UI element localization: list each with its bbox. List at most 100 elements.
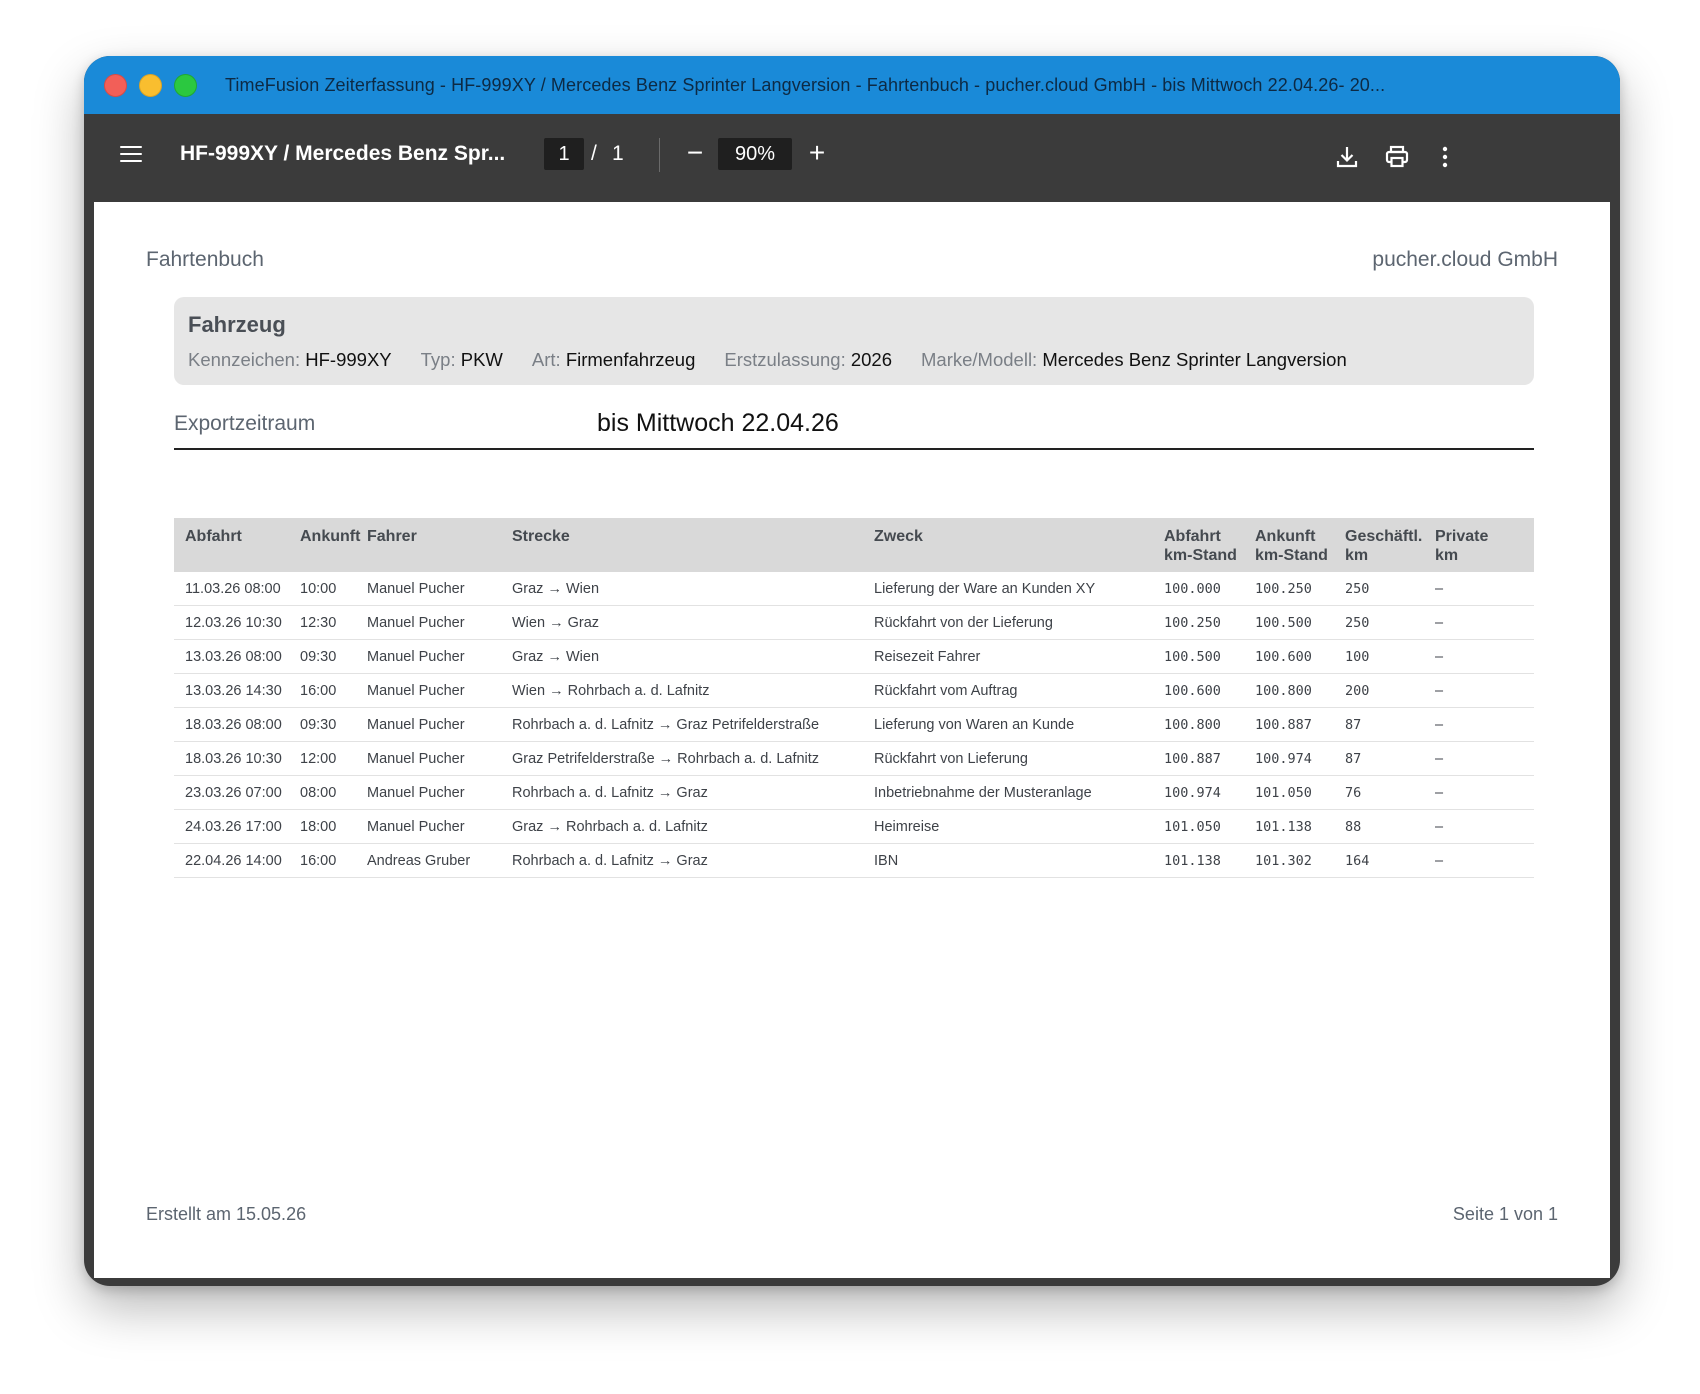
field-label: Erstzulassung: [724, 349, 846, 370]
table-cell: Manuel Pucher [367, 572, 512, 606]
table-row: 24.03.26 17:00 18:00 Manuel Pucher Graz → R… [174, 809, 1534, 844]
table-cell: 100.250 [1255, 572, 1345, 606]
table-cell: 100.250 [1164, 605, 1255, 640]
vehicle-fields: Kennzeichen: HF-999XY Typ: PKW Art: Firm… [188, 349, 1376, 371]
table-cell: 18:00 [300, 809, 367, 844]
menu-icon[interactable] [120, 146, 142, 164]
table-cell: Manuel Pucher [367, 639, 512, 674]
table-cell: 18.03.26 08:00 [174, 707, 300, 742]
table-cell: Manuel Pucher [367, 707, 512, 742]
table-cell: 22.04.26 14:00 [174, 843, 300, 878]
total-pages: 1 [612, 142, 624, 165]
table-row: 11.03.26 08:00 10:00 Manuel Pucher Graz → W… [174, 572, 1534, 606]
table-cell: 250 [1345, 572, 1435, 606]
document-heading: Fahrtenbuch [146, 248, 264, 271]
window-controls [104, 73, 197, 97]
table-cell: Rückfahrt vom Auftrag [874, 673, 1164, 708]
zoom-out-button[interactable]: − [680, 138, 710, 170]
table-cell: 164 [1345, 843, 1435, 878]
table-cell: 100 [1345, 639, 1435, 674]
zoom-in-button[interactable]: + [802, 136, 832, 168]
table-cell: 11.03.26 08:00 [174, 572, 300, 606]
table-cell: – [1435, 809, 1534, 844]
field-label: Kennzeichen: [188, 349, 301, 370]
page-number-input[interactable] [544, 138, 584, 170]
download-icon[interactable] [1334, 144, 1360, 170]
table-cell: – [1435, 605, 1534, 640]
table-cell: 08:00 [300, 775, 367, 810]
maximize-window-button[interactable] [174, 73, 197, 97]
table-cell: – [1435, 572, 1534, 606]
table-cell: 100.887 [1255, 707, 1345, 742]
table-cell: Manuel Pucher [367, 775, 512, 810]
vehicle-title: Fahrzeug [188, 312, 286, 337]
column-header-line: km [1435, 547, 1459, 564]
table-cell: 18.03.26 10:30 [174, 741, 300, 776]
table-cell: 100.974 [1255, 741, 1345, 776]
table-row: 13.03.26 14:30 16:00 Manuel Pucher Wien → R… [174, 673, 1534, 708]
column-header-line: Geschäftl. [1345, 528, 1423, 545]
table-cell: 100.600 [1255, 639, 1345, 674]
table-cell: Rohrbach a. d. Lafnitz → Graz [512, 775, 874, 810]
column-header: Fahrer [367, 518, 512, 572]
table-cell: Graz → Wien [512, 639, 874, 674]
table-cell: Lieferung der Ware an Kunden XY [874, 572, 1164, 606]
table-row: 18.03.26 10:30 12:00 Manuel Pucher Graz Pet… [174, 741, 1534, 776]
viewer-window: TimeFusion Zeiterfassung - HF-999XY / Me… [84, 56, 1620, 1286]
table-cell: Rohrbach a. d. Lafnitz → Graz [512, 843, 874, 878]
table-cell: Manuel Pucher [367, 605, 512, 640]
table-cell: 24.03.26 17:00 [174, 809, 300, 844]
field-value: 2026 [850, 349, 893, 370]
table-cell: 23.03.26 07:00 [174, 775, 300, 810]
table-row: 12.03.26 10:30 12:30 Manuel Pucher Wien → G… [174, 605, 1534, 640]
field-label: Art: [531, 349, 561, 370]
column-header: Strecke [512, 518, 874, 572]
table-cell: 100.500 [1164, 639, 1255, 674]
column-header: Ankunft km-Stand [1255, 518, 1345, 572]
column-header: Abfahrt km-Stand [1164, 518, 1255, 572]
page-count: Seite 1 von 1 [1452, 1204, 1558, 1224]
title-bar: TimeFusion Zeiterfassung - HF-999XY / Me… [84, 56, 1620, 114]
table-cell: 100.000 [1164, 572, 1255, 606]
more-vertical-icon[interactable] [1432, 144, 1458, 170]
vehicle-field-marke-modell: Marke/Modell: Mercedes Benz Sprinter Lan… [921, 349, 1347, 371]
table-cell: 250 [1345, 605, 1435, 640]
table-cell: 101.050 [1164, 809, 1255, 844]
vehicle-field-erstzulassung: Erstzulassung: 2026 [724, 349, 892, 371]
table-cell: Inbetriebnahme der Musteranlage [874, 775, 1164, 810]
table-row: 22.04.26 14:00 16:00 Andreas Gruber Rohrbac… [174, 843, 1534, 878]
vehicle-info-box: Fahrzeug Kennzeichen: HF-999XY Typ: PKW … [174, 297, 1534, 385]
table-cell: 100.800 [1164, 707, 1255, 742]
print-icon[interactable] [1384, 144, 1410, 170]
table-cell: 09:30 [300, 707, 367, 742]
zoom-level-input[interactable]: 90% [718, 138, 792, 170]
column-header: Private km [1435, 518, 1534, 572]
table-cell: 101.138 [1255, 809, 1345, 844]
created-date: Erstellt am 15.05.26 [146, 1204, 307, 1224]
column-header-line: Ankunft [1255, 528, 1316, 545]
table-cell: Wien → Rohrbach a. d. Lafnitz [512, 673, 874, 708]
field-value: Firmenfahrzeug [565, 349, 696, 370]
table-cell: 87 [1345, 707, 1435, 742]
minimize-window-button[interactable] [139, 73, 162, 97]
table-cell: Rückfahrt von Lieferung [874, 741, 1164, 776]
table-cell: 09:30 [300, 639, 367, 674]
table-cell: 12:30 [300, 605, 367, 640]
close-window-button[interactable] [104, 73, 127, 97]
vehicle-field-kennzeichen: Kennzeichen: HF-999XY [188, 349, 392, 371]
column-header-line: Strecke [512, 528, 570, 545]
table-row: 18.03.26 08:00 09:30 Manuel Pucher Rohrbach… [174, 707, 1534, 742]
export-period-label: Exportzeitraum [174, 412, 316, 435]
table-cell: 76 [1345, 775, 1435, 810]
column-header: Geschäftl. km [1345, 518, 1435, 572]
column-header-line: km [1345, 547, 1369, 564]
table-cell: – [1435, 673, 1534, 708]
page-separator: / [591, 142, 597, 165]
table-cell: Manuel Pucher [367, 673, 512, 708]
table-cell: 16:00 [300, 843, 367, 878]
table-cell: 16:00 [300, 673, 367, 708]
table-cell: IBN [874, 843, 1164, 878]
company-name: pucher.cloud GmbH [1372, 248, 1558, 271]
field-value: HF-999XY [305, 349, 392, 370]
table-cell: Lieferung von Waren an Kunde [874, 707, 1164, 742]
